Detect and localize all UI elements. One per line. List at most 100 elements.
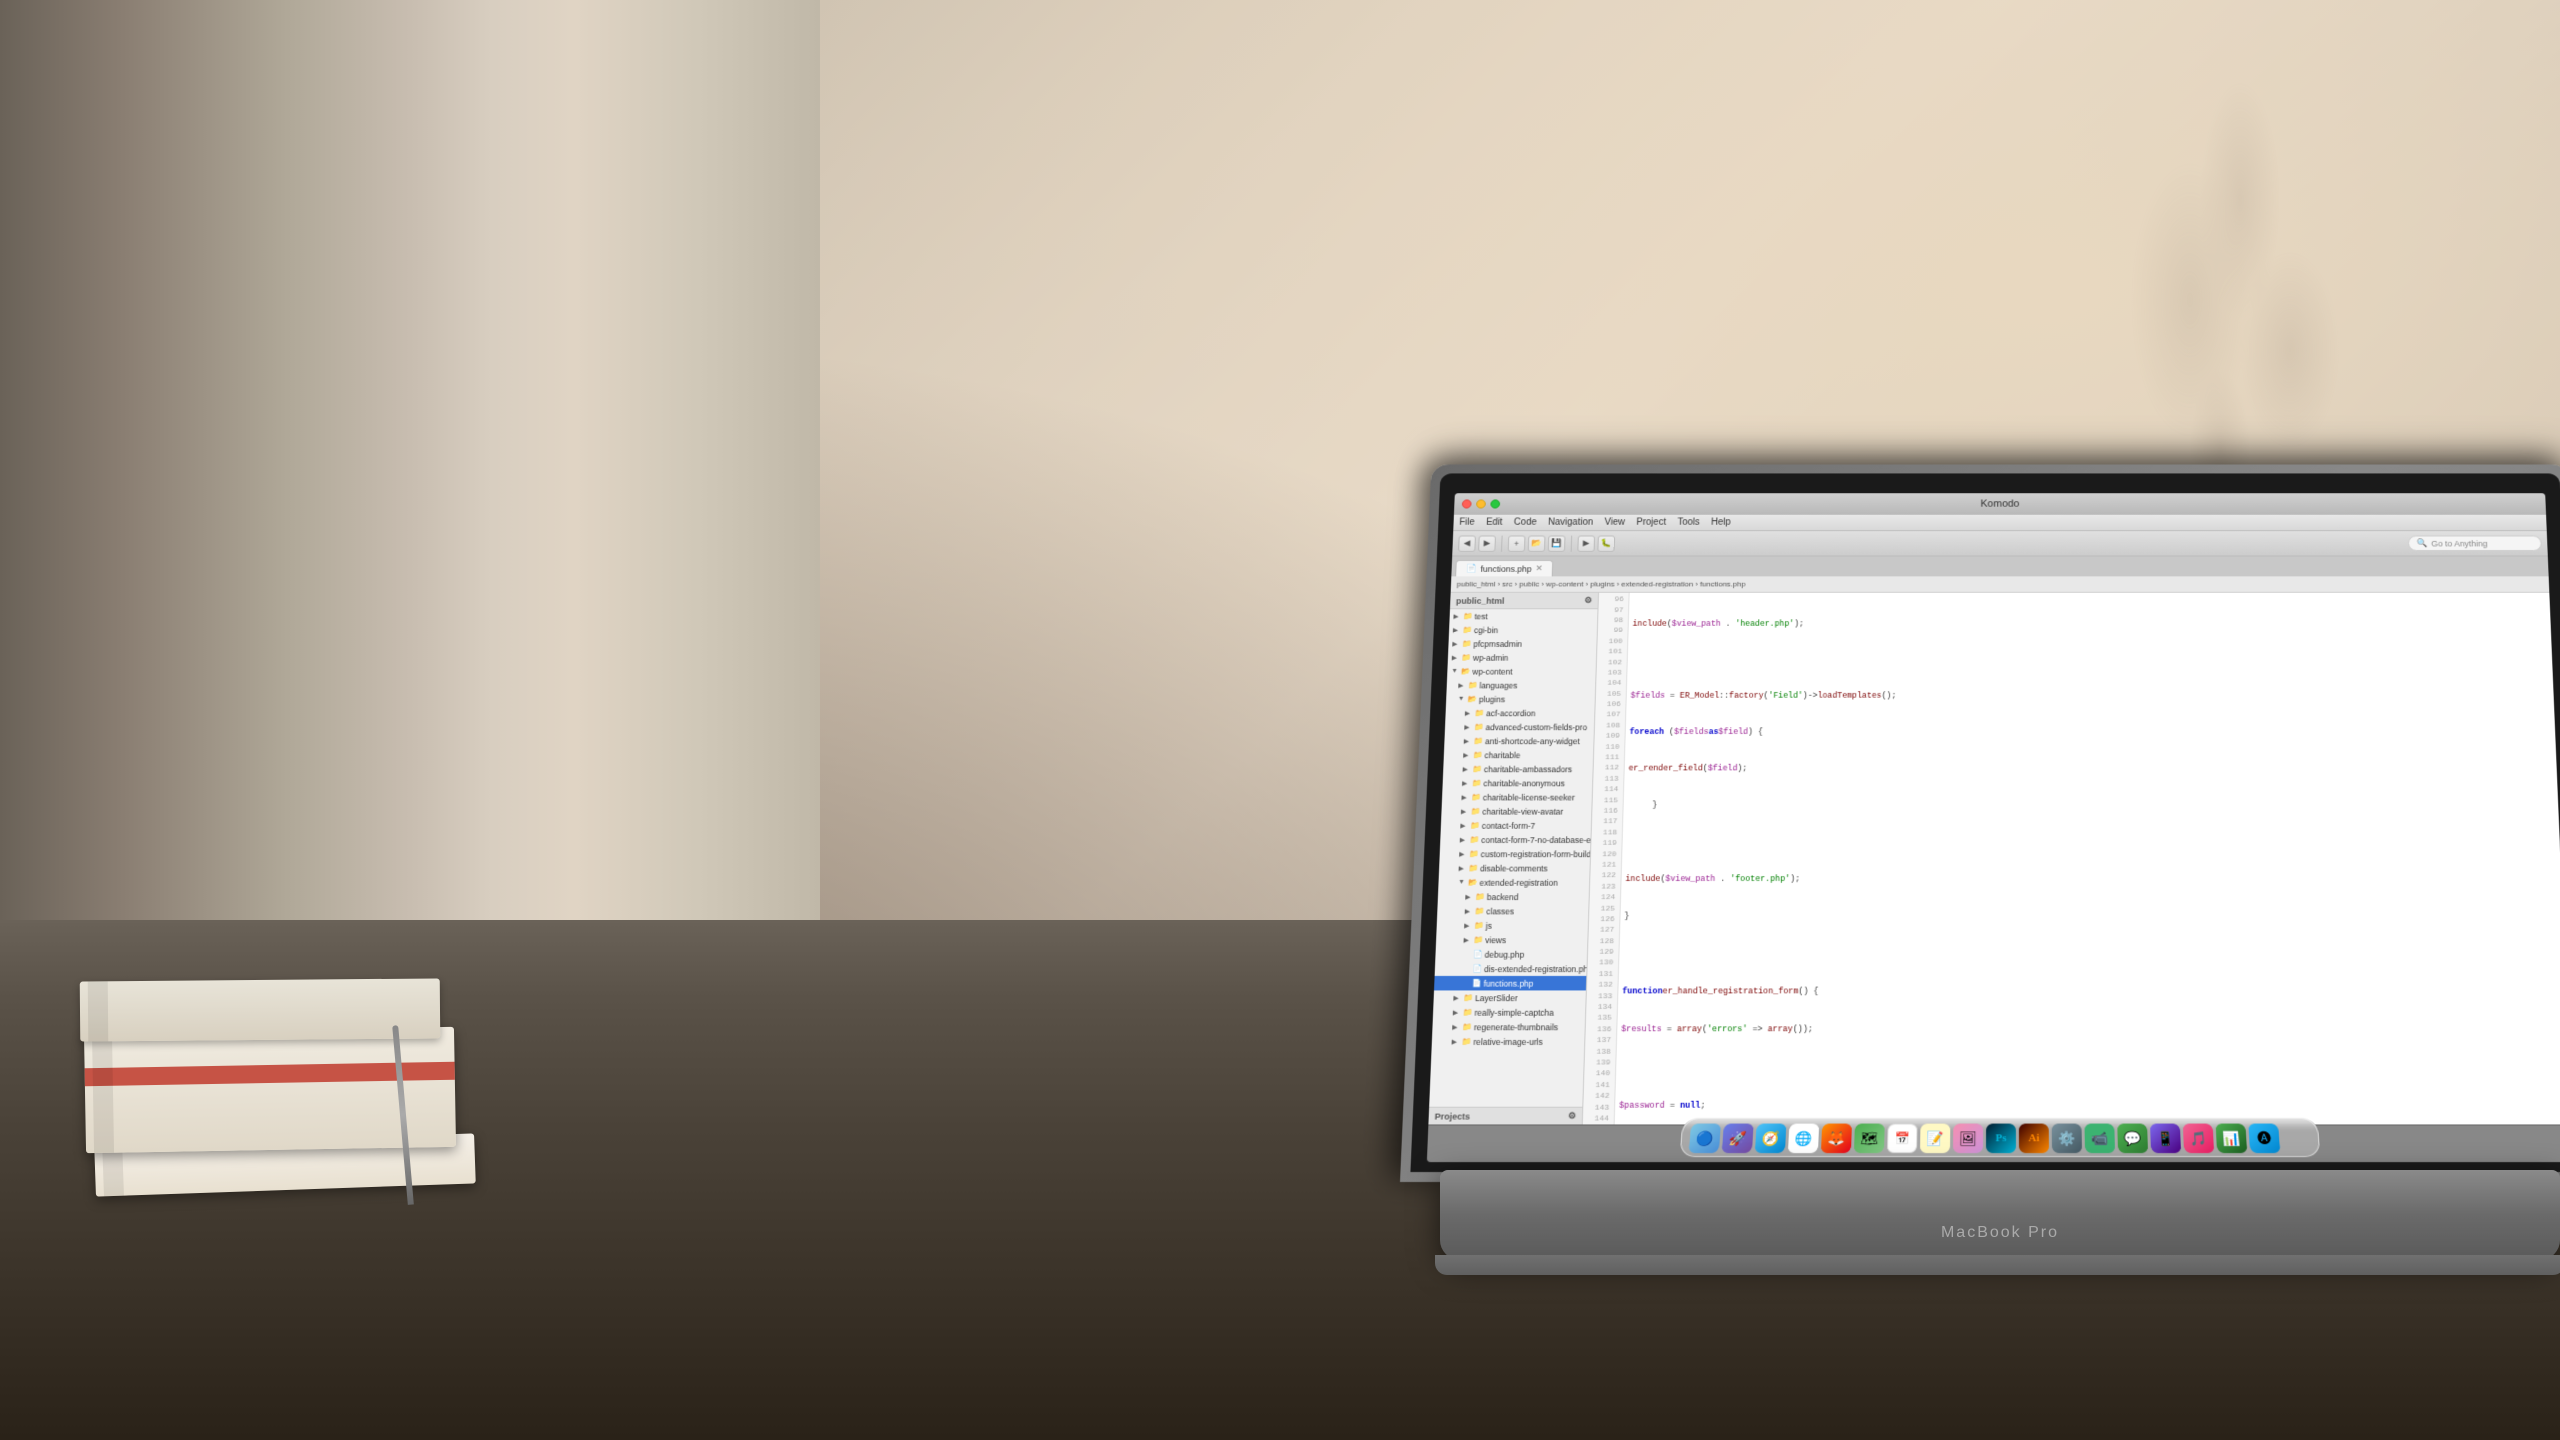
goto-anything-input[interactable]: 🔍 Go to Anything	[2408, 536, 2542, 551]
dock-messages-icon[interactable]: 💬	[2117, 1124, 2148, 1154]
toolbar-new[interactable]: +	[1508, 535, 1526, 551]
menu-project[interactable]: Project	[1636, 517, 1666, 527]
tree-item-charitable-lic[interactable]: ▶📁charitable-license-seeker	[1442, 790, 1592, 804]
dock-launchpad-icon[interactable]: 🚀	[1722, 1124, 1754, 1154]
code-content[interactable]: include($view_path . 'header.php'); $fie…	[1615, 593, 2560, 1125]
dock-music-icon[interactable]: 🎵	[2183, 1124, 2214, 1154]
ln-126: 126	[1589, 914, 1620, 925]
ln-107: 107	[1595, 710, 1625, 721]
tree-item-dis-extended[interactable]: ▶📄dis-extended-registration.php	[1435, 961, 1587, 975]
tree-item-views[interactable]: ▶📁views	[1436, 933, 1588, 947]
menu-navigation[interactable]: Navigation	[1548, 517, 1593, 527]
code-line-102	[1626, 836, 2556, 848]
minimize-button[interactable]	[1476, 499, 1486, 508]
projects-footer: Projects ⚙	[1428, 1107, 1582, 1125]
ln-117: 117	[1592, 817, 1623, 828]
books-stack	[75, 940, 495, 1190]
finder-label: 🔵	[1696, 1131, 1714, 1145]
ln-115: 115	[1592, 795, 1622, 806]
dock-photoshop-icon[interactable]: Ps	[1986, 1124, 2016, 1154]
ln-134: 134	[1586, 1002, 1617, 1013]
menu-tools[interactable]: Tools	[1677, 517, 1699, 527]
menu-edit[interactable]: Edit	[1486, 517, 1503, 527]
tree-item-wp-content[interactable]: ▼📂wp-content	[1447, 664, 1596, 678]
tab-close-btn[interactable]: ✕	[1535, 564, 1543, 574]
tree-item-relative-img[interactable]: ▶📁relative-image-urls	[1432, 1034, 1585, 1049]
komodo-ide: Komodo File Edit Code Navigation View Pr…	[1427, 493, 2560, 1162]
close-button[interactable]	[1462, 499, 1472, 508]
tree-item-plugins[interactable]: ▼📂plugins	[1446, 692, 1595, 706]
tree-item-regen-thumbs[interactable]: ▶📁regenerate-thumbnails	[1432, 1020, 1585, 1035]
book-3	[80, 978, 441, 1041]
ln-99: 99	[1598, 626, 1628, 636]
tree-item-charitable[interactable]: ▶📁charitable	[1444, 748, 1594, 762]
tree-item-extended-reg[interactable]: ▼📂extended-registration	[1438, 875, 1589, 889]
tree-item-cf7[interactable]: ▶📁contact-form-7	[1441, 818, 1592, 832]
dock-preferences-icon[interactable]: ⚙️	[2052, 1124, 2082, 1154]
menu-view[interactable]: View	[1604, 517, 1625, 527]
menu-code[interactable]: Code	[1514, 517, 1537, 527]
toolbar-sep-1	[1501, 535, 1503, 551]
code-line-101: }	[1627, 799, 2554, 811]
code-line-98: $fields = ER_Model::factory('Field')->lo…	[1630, 690, 2550, 702]
dock-calendar-icon[interactable]: 📅	[1887, 1124, 1918, 1154]
dock-facetime-icon[interactable]: 📹	[2084, 1124, 2115, 1154]
tree-item-debug-php[interactable]: ▶📄debug.php	[1435, 947, 1587, 961]
ln-141: 141	[1584, 1080, 1615, 1091]
dock-appstore-icon[interactable]: 🅐	[2248, 1124, 2280, 1154]
tree-item-acf-pro[interactable]: ▶📁advanced-custom-fields-pro	[1445, 720, 1594, 734]
tree-item-functions-php[interactable]: ▶📄functions.php	[1434, 976, 1586, 991]
ln-102: 102	[1597, 657, 1627, 668]
tree-item-languages[interactable]: ▶📁languages	[1447, 678, 1596, 692]
ln-105: 105	[1596, 689, 1626, 700]
dock-notes-icon[interactable]: 📝	[1920, 1124, 1950, 1154]
dock-firefox-icon[interactable]: 🦊	[1821, 1124, 1852, 1154]
laptop-screen: Komodo File Edit Code Navigation View Pr…	[1427, 493, 2560, 1162]
tree-item-anti-shortcode[interactable]: ▶📁anti-shortcode-any-widget	[1444, 734, 1594, 748]
tree-item-pfcpmsadmin[interactable]: ▶📁pfcpmsadmin	[1448, 637, 1596, 651]
tree-item-layerslider[interactable]: ▶📁LayerSlider	[1433, 990, 1585, 1005]
dock-photos-icon[interactable]: 🖼	[1953, 1124, 1983, 1154]
dock-iphone-icon[interactable]: 📱	[2150, 1124, 2181, 1154]
tree-item-acf[interactable]: ▶📁acf-accordion	[1445, 706, 1594, 720]
file-tree-options[interactable]: ⚙	[1584, 596, 1592, 606]
toolbar-run[interactable]: ▶	[1577, 535, 1595, 551]
tree-item-captcha[interactable]: ▶📁really-simple-captcha	[1433, 1005, 1586, 1020]
code-line-100: er_render_field($field);	[1628, 763, 2553, 775]
tree-item-custom-reg[interactable]: ▶📁custom-registration-form-builder-with-…	[1439, 847, 1590, 861]
tree-item-classes[interactable]: ▶📁classes	[1437, 904, 1588, 918]
tree-item-backend[interactable]: ▶📁backend	[1438, 890, 1589, 904]
tree-item-charitable-avatar[interactable]: ▶📁charitable-view-avatar	[1441, 804, 1591, 818]
menu-help[interactable]: Help	[1711, 517, 1731, 527]
tree-item-cgi-bin[interactable]: ▶📁cgi-bin	[1449, 623, 1597, 637]
toolbar-debug[interactable]: 🐛	[1597, 535, 1615, 551]
toolbar-back[interactable]: ◀	[1458, 535, 1476, 551]
code-editor[interactable]: 96 97 98 99 100 101 102 103 104 105 106	[1583, 593, 2560, 1125]
tree-item-cf7-nodb[interactable]: ▶📁contact-form-7-no-database-extension	[1440, 833, 1591, 847]
toolbar-open[interactable]: 📂	[1528, 535, 1546, 551]
tree-item-wp-admin[interactable]: ▶📁wp-admin	[1448, 651, 1597, 665]
tree-item-charitable-ambassadors[interactable]: ▶📁charitable-ambassadors	[1443, 762, 1593, 776]
ln-136: 136	[1585, 1024, 1616, 1035]
maximize-button[interactable]	[1490, 499, 1500, 508]
tab-functions-php[interactable]: 📄 functions.php ✕	[1455, 560, 1553, 576]
dock-finder-icon[interactable]: 🔵	[1689, 1124, 1721, 1154]
dock-maps-icon[interactable]: 🗺	[1854, 1124, 1885, 1154]
tree-item-disable-comments[interactable]: ▶📁disable-comments	[1439, 861, 1590, 875]
dock-illustrator-icon[interactable]: Ai	[2019, 1124, 2049, 1154]
toolbar-save[interactable]: 💾	[1548, 535, 1566, 551]
projects-gear[interactable]: ⚙	[1568, 1111, 1576, 1122]
ln-108: 108	[1595, 721, 1625, 732]
dock-chrome-icon[interactable]: 🌐	[1788, 1124, 1819, 1154]
toolbar-forward[interactable]: ▶	[1478, 535, 1496, 551]
ln-122: 122	[1590, 871, 1621, 882]
dock-numbers-icon[interactable]: 📊	[2216, 1124, 2247, 1154]
dock-safari-icon[interactable]: 🧭	[1755, 1124, 1786, 1154]
tree-item-charitable-anon[interactable]: ▶📁charitable-anonymous	[1442, 776, 1592, 790]
menu-file[interactable]: File	[1459, 517, 1475, 527]
tree-item-js[interactable]: ▶📁js	[1436, 918, 1588, 932]
breadcrumb-bar: public_html › src › public › wp-content …	[1451, 576, 2550, 592]
ln-116: 116	[1592, 806, 1622, 817]
ln-106: 106	[1595, 699, 1625, 710]
tree-item-test[interactable]: ▶📁test	[1449, 609, 1597, 623]
